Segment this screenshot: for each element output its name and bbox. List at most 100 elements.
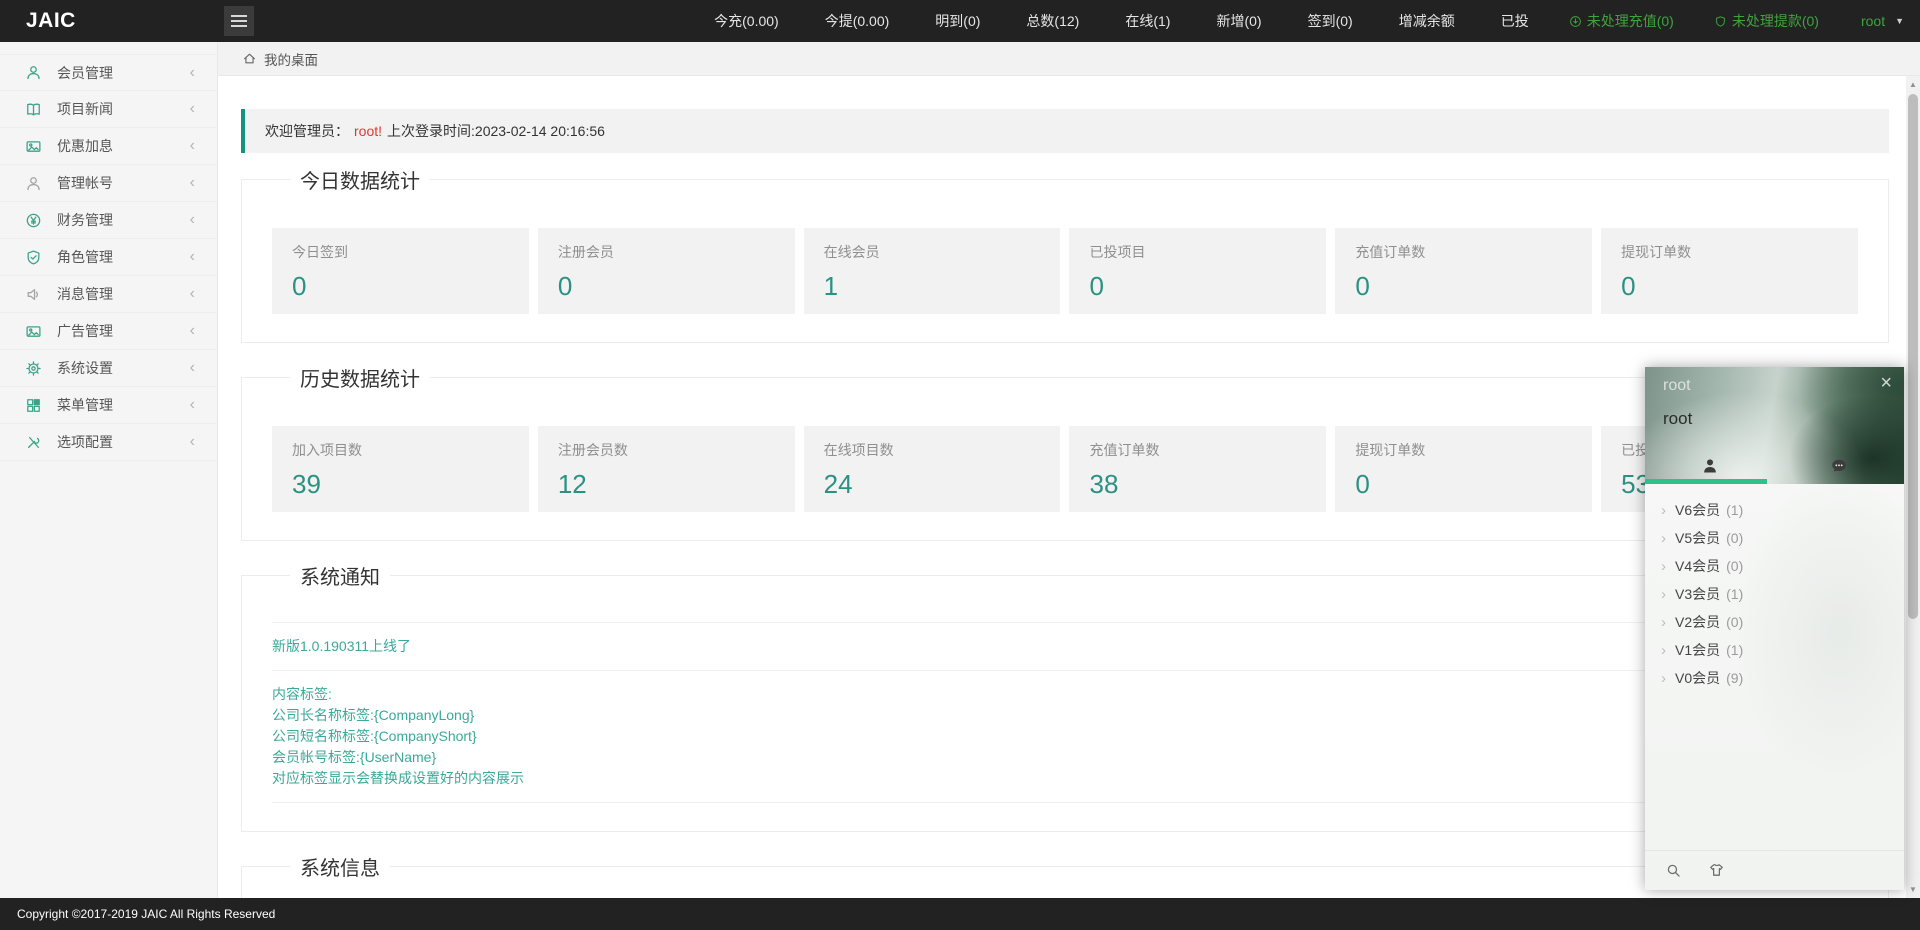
topnav-adjust-balance[interactable]: 增减余额 (1399, 11, 1455, 31)
sidebar-item-project-news[interactable]: 项目新闻 ‹ (0, 91, 217, 128)
welcome-suffix: 上次登录时间:2023-02-14 20:16:56 (387, 123, 605, 139)
sidebar-toggle-button[interactable] (224, 6, 254, 36)
chat-bubble-icon (1832, 459, 1846, 472)
stat-card-invested-projects: 已投项目 0 (1069, 228, 1327, 314)
im-tabs (1645, 454, 1904, 478)
section-title: 系统信息 (300, 858, 380, 880)
topbar: JAIC 今充(0.00) 今提(0.00) 明到(0) 总数(12) 在线(1… (0, 0, 1920, 42)
topnav-new[interactable]: 新增(0) (1216, 11, 1261, 31)
im-panel-header: root root × (1645, 367, 1904, 484)
notice-list: 新版1.0.190311上线了 内容标签: 公司长名称标签:{CompanyLo… (272, 622, 1858, 803)
chevron-left-icon: ‹ (189, 100, 195, 117)
section-title: 历史数据统计 (300, 369, 420, 391)
scroll-down-arrow-icon[interactable]: ▼ (1906, 885, 1920, 894)
tshirt-skin-icon[interactable] (1708, 862, 1725, 879)
notice-item-content-tags: 内容标签: 公司长名称标签:{CompanyLong} 公司短名称标签:{Com… (272, 670, 1858, 803)
topnav-pending-recharge[interactable]: 未处理充值(0) (1569, 11, 1674, 31)
section-system-notice: 系统通知 新版1.0.190311上线了 内容标签: 公司长名称标签:{Comp… (241, 561, 1889, 832)
member-group-v2[interactable]: › V2会员 (0) (1645, 608, 1904, 636)
im-group-list: › V6会员 (1) › V5会员 (0) › V4会员 (0) › V3会员 … (1645, 484, 1904, 810)
chevron-right-icon: › (1661, 585, 1666, 603)
scroll-up-arrow-icon[interactable]: ▲ (1906, 80, 1920, 89)
section-today-stats: 今日数据统计 今日签到 0 注册会员 0 在线会员 1 已投项目 0 充值订单数… (241, 165, 1889, 343)
notice-link[interactable]: 新版1.0.190311上线了 (272, 638, 411, 654)
member-group-v3[interactable]: › V3会员 (1) (1645, 580, 1904, 608)
topnav-due-tomorrow[interactable]: 明到(0) (935, 11, 980, 31)
stat-card-recharge-orders-total: 充值订单数 38 (1069, 426, 1327, 512)
section-title: 今日数据统计 (300, 171, 420, 193)
chevron-right-icon: › (1661, 529, 1666, 547)
breadcrumb: 我的桌面 (218, 42, 1920, 76)
topnav-signin[interactable]: 签到(0) (1308, 11, 1353, 31)
topnav-invested[interactable]: 已投 (1501, 11, 1529, 31)
active-tab-indicator (1645, 479, 1767, 484)
user-menu[interactable]: root ▼ (1861, 13, 1904, 29)
brand-logo: JAIC (26, 9, 76, 32)
sidebar-item-promotions[interactable]: 优惠加息 ‹ (0, 128, 217, 165)
section-system-info: 系统信息 系统版本 1.0.190311 服务器地址 148.haiwaiym5… (241, 852, 1889, 898)
image-icon (26, 325, 41, 337)
today-cards: 今日签到 0 注册会员 0 在线会员 1 已投项目 0 充值订单数 0 提现订单… (272, 228, 1858, 314)
im-username-watermark: root (1663, 377, 1691, 394)
chevron-left-icon: ‹ (189, 137, 195, 154)
stat-card-today-signin: 今日签到 0 (272, 228, 529, 314)
tab-chats[interactable] (1775, 454, 1905, 478)
im-username: root (1663, 409, 1693, 428)
sidebar-item-finance[interactable]: 财务管理 ‹ (0, 202, 217, 239)
hamburger-icon (231, 15, 247, 17)
topbar-nav: 今充(0.00) 今提(0.00) 明到(0) 总数(12) 在线(1) 新增(… (668, 0, 1904, 42)
yen-circle-icon (26, 213, 41, 227)
member-group-v4[interactable]: › V4会员 (0) (1645, 552, 1904, 580)
sidebar-item-admin-accounts[interactable]: 管理帐号 ‹ (0, 165, 217, 202)
menu-grid-icon (27, 398, 40, 412)
stat-card-online-members: 在线会员 1 (803, 228, 1061, 314)
scrollbar-thumb[interactable] (1908, 94, 1918, 619)
copyright-text: Copyright ©2017-2019 JAIC All Rights Res… (17, 907, 276, 921)
tools-icon (27, 436, 40, 448)
shield-check-icon (27, 249, 40, 265)
stat-card-online-projects: 在线项目数 24 (803, 426, 1061, 512)
member-group-v1[interactable]: › V1会员 (1) (1645, 636, 1904, 664)
chevron-left-icon: ‹ (189, 63, 195, 81)
chevron-right-icon: › (1661, 613, 1666, 631)
topnav-online[interactable]: 在线(1) (1125, 11, 1170, 31)
chevron-right-icon: › (1661, 669, 1666, 687)
sidebar-item-menu-management[interactable]: 菜单管理 ‹ (0, 387, 217, 424)
stat-card-registered-members-total: 注册会员数 12 (537, 426, 795, 512)
chevron-left-icon: ‹ (189, 248, 195, 265)
topnav-pending-withdraw[interactable]: 未处理提款(0) (1714, 11, 1819, 31)
welcome-prefix: 欢迎管理员： (265, 123, 349, 139)
stat-card-withdraw-orders: 提现订单数 0 (1601, 228, 1858, 314)
chevron-left-icon: ‹ (189, 433, 195, 450)
breadcrumb-label[interactable]: 我的桌面 (264, 49, 318, 69)
sidebar-item-system-settings[interactable]: 系统设置 ‹ (0, 350, 217, 387)
chevron-left-icon: ‹ (189, 174, 195, 191)
sidebar-item-option-config[interactable]: 选项配置 ‹ (0, 424, 217, 461)
welcome-banner: 欢迎管理员： root! 上次登录时间:2023-02-14 20:16:56 (241, 109, 1889, 153)
stat-card-joined-projects: 加入项目数 39 (272, 426, 529, 512)
stat-card-withdraw-orders-total: 提现订单数 0 (1335, 426, 1593, 512)
circle-arrow-down-icon (1569, 15, 1581, 27)
sidebar-item-roles[interactable]: 角色管理 ‹ (0, 239, 217, 276)
topnav-today-recharge[interactable]: 今充(0.00) (714, 11, 779, 31)
footer: Copyright ©2017-2019 JAIC All Rights Res… (0, 898, 1920, 930)
member-group-v5[interactable]: › V5会员 (0) (1645, 524, 1904, 552)
chevron-left-icon: ‹ (189, 396, 195, 413)
sidebar-item-members[interactable]: 会员管理 ‹ (0, 54, 217, 91)
chevron-right-icon: › (1661, 501, 1666, 519)
search-icon[interactable] (1665, 862, 1682, 879)
chevron-left-icon: ‹ (189, 211, 195, 228)
im-panel: root root × › V6会员 (1) › V5会员 (0) › V4会员… (1645, 367, 1904, 890)
topnav-today-withdraw[interactable]: 今提(0.00) (825, 11, 890, 31)
tab-contacts[interactable] (1645, 454, 1775, 478)
book-icon (27, 103, 40, 115)
member-group-v0[interactable]: › V0会员 (9) (1645, 664, 1904, 692)
member-group-v6[interactable]: › V6会员 (1) (1645, 496, 1904, 524)
page-scrollbar[interactable]: ▲ ▼ (1906, 76, 1920, 898)
home-icon[interactable] (242, 51, 257, 66)
sidebar-item-messages[interactable]: 消息管理 ‹ (0, 276, 217, 313)
close-icon[interactable]: × (1880, 373, 1892, 393)
chevron-left-icon: ‹ (189, 285, 195, 302)
sidebar-item-ads[interactable]: 广告管理 ‹ (0, 313, 217, 350)
topnav-total[interactable]: 总数(12) (1026, 11, 1079, 31)
